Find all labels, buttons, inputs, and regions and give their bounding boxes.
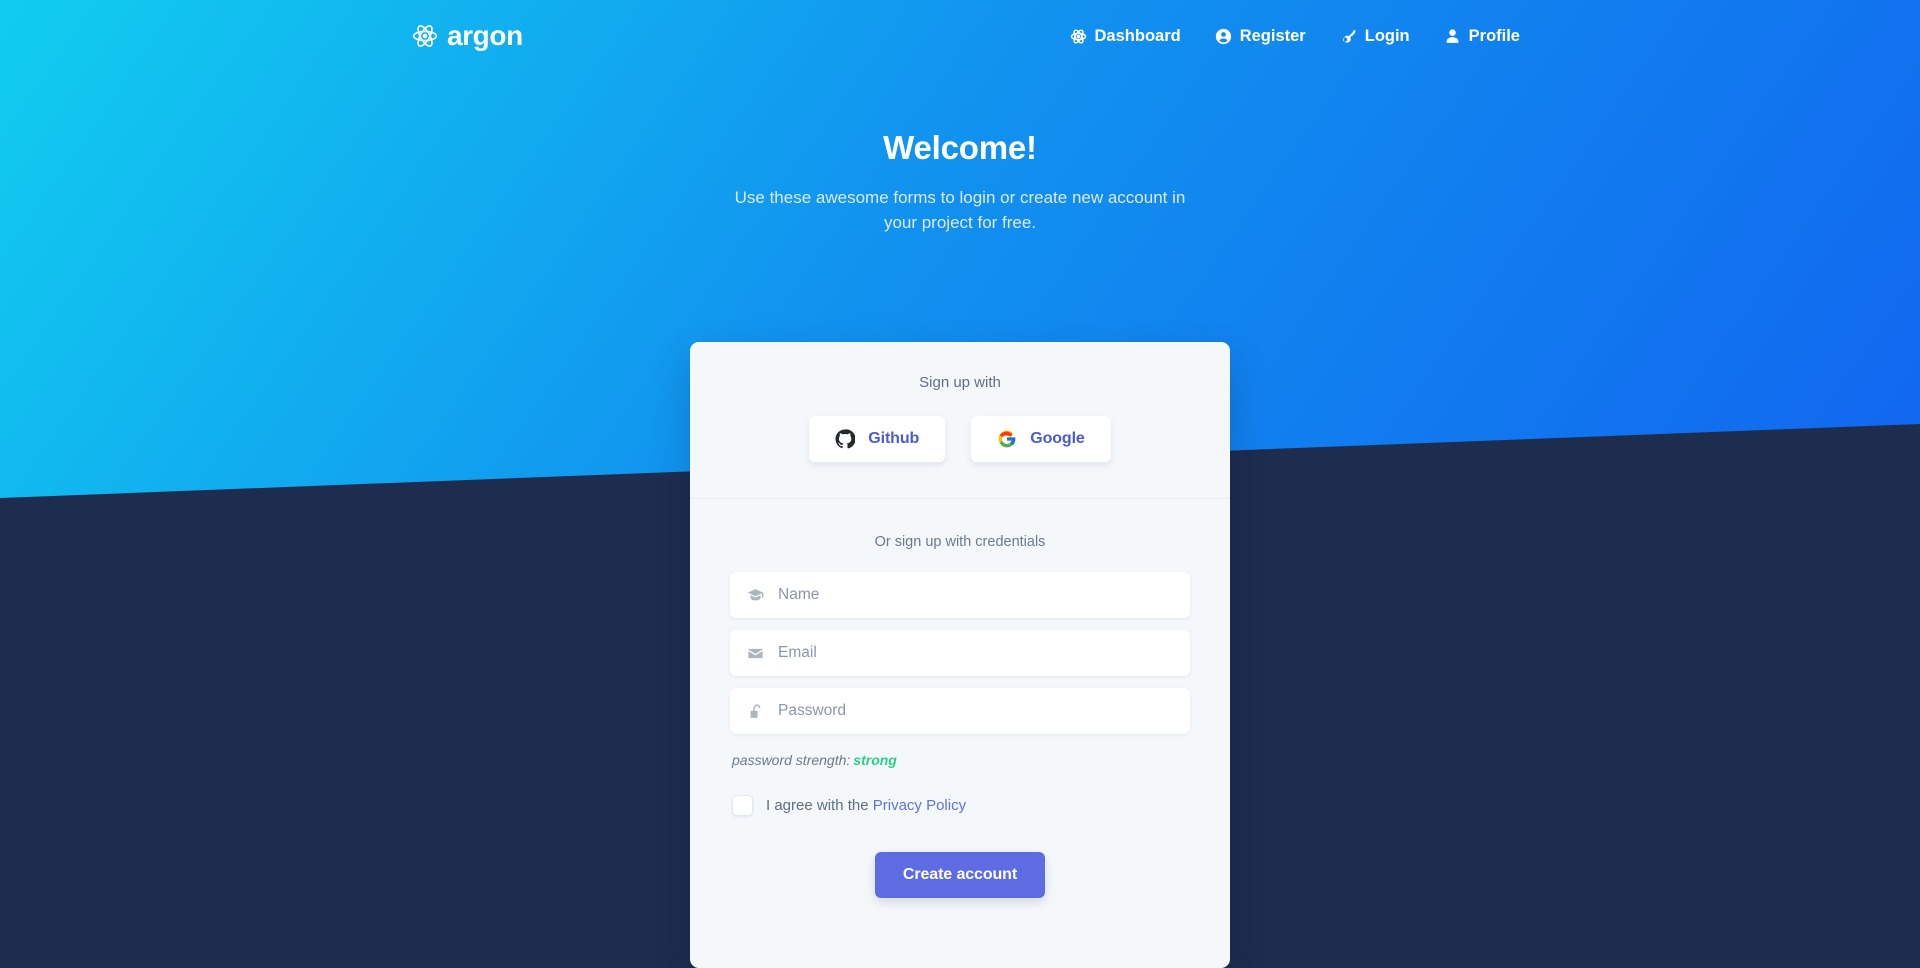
unlock-icon: [747, 703, 778, 720]
nav-item-label: Register: [1239, 26, 1306, 45]
page-title: Welcome!: [883, 129, 1037, 166]
signup-with-label: Sign up with: [919, 374, 1001, 391]
atom-icon: [412, 23, 438, 49]
navbar: argon Dashboard Register Login Profile: [0, 0, 1920, 72]
password-input[interactable]: [778, 689, 1173, 733]
password-field-wrapper: [730, 688, 1190, 734]
nav-item-register[interactable]: Register: [1215, 27, 1306, 46]
user-icon: [1444, 28, 1461, 45]
privacy-policy-checkbox[interactable]: [732, 795, 753, 816]
nav-item-label: Profile: [1468, 26, 1520, 45]
card-body: Or sign up with credentials Name Email p…: [690, 499, 1230, 938]
hero-copy: Welcome! Use these awesome forms to logi…: [0, 128, 1920, 236]
privacy-agreement-prefix: I agree with the: [766, 797, 869, 814]
hero-subtitle: Use these awesome forms to login or crea…: [734, 187, 1186, 233]
credentials-label: Or sign up with credentials: [874, 534, 1046, 550]
privacy-agreement-row: I agree with the Privacy Policy: [732, 795, 1190, 816]
nav-links: Dashboard Register Login Profile: [1070, 27, 1520, 46]
google-signup-button[interactable]: Google: [971, 416, 1111, 462]
github-signup-button[interactable]: Github: [809, 416, 946, 462]
password-strength-label: password strength:: [732, 752, 851, 768]
nav-item-dashboard[interactable]: Dashboard: [1070, 27, 1181, 46]
envelope-icon: [747, 645, 778, 662]
password-strength-indicator: password strength: strong: [732, 752, 1190, 768]
password-strength-value: strong: [853, 752, 897, 768]
github-signup-label: Github: [868, 430, 920, 447]
name-field-wrapper: [730, 572, 1190, 618]
brand-logo[interactable]: argon: [412, 22, 523, 50]
card-header: Sign up with Github Google: [690, 342, 1230, 499]
email-input[interactable]: [778, 631, 1173, 675]
nav-item-login[interactable]: Login: [1340, 27, 1410, 46]
key-icon: [1340, 28, 1357, 45]
social-buttons-row: Github Google: [730, 416, 1190, 462]
privacy-agreement-text: I agree with the Privacy Policy: [766, 797, 966, 814]
email-field-wrapper: [730, 630, 1190, 676]
atom-icon: [1070, 28, 1087, 45]
create-account-button[interactable]: Create account: [874, 852, 1046, 898]
page-root: argon Dashboard Register Login Profile W…: [0, 0, 1920, 968]
submit-row: Create account: [730, 852, 1190, 938]
nav-item-label: Dashboard: [1094, 26, 1181, 45]
nav-item-label: Login: [1364, 26, 1410, 45]
user-circle-icon: [1215, 28, 1232, 45]
google-signup-label: Google: [1030, 430, 1085, 447]
nav-item-profile[interactable]: Profile: [1444, 27, 1520, 46]
google-icon: [997, 429, 1017, 449]
brand-name: argon: [447, 20, 523, 51]
signup-card: Sign up with Github Google Or sign up wi…: [690, 342, 1230, 968]
graduation-cap-icon: [747, 587, 778, 604]
name-input[interactable]: [778, 573, 1173, 617]
github-icon: [835, 429, 856, 449]
privacy-policy-link[interactable]: Privacy Policy: [873, 797, 966, 814]
